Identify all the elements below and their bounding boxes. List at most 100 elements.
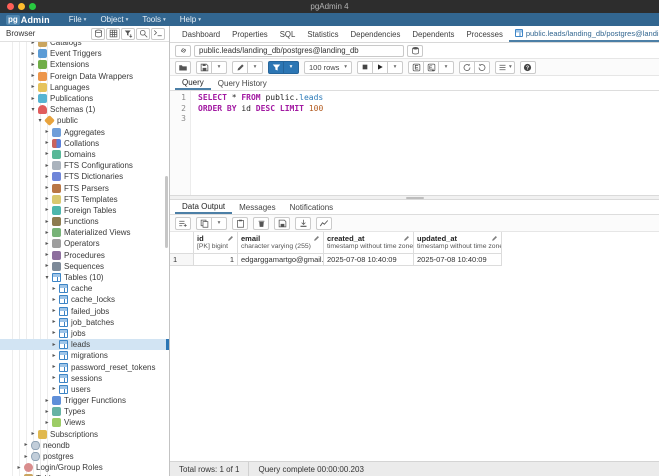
edit-column-icon[interactable] (313, 235, 320, 242)
download-results-button[interactable] (295, 217, 311, 230)
copy-menu-button[interactable]: ▾ (211, 217, 227, 230)
tree-item-foreign-data-wrappers[interactable]: ▸Foreign Data Wrappers (0, 71, 169, 82)
menu-object[interactable]: Object▾ (93, 15, 135, 24)
new-connection-icon[interactable] (407, 45, 423, 57)
chevron-right-icon[interactable]: ▸ (43, 195, 51, 203)
add-server-icon[interactable] (91, 28, 105, 40)
chevron-right-icon[interactable]: ▸ (50, 285, 58, 293)
paste-button[interactable] (232, 217, 248, 230)
chevron-right-icon[interactable]: ▸ (29, 61, 37, 69)
chevron-right-icon[interactable]: ▸ (50, 296, 58, 304)
filter-menu-button[interactable]: ▾ (283, 61, 299, 74)
tree-item-schemas-1[interactable]: ▾Schemas (1) (0, 104, 169, 115)
chevron-right-icon[interactable]: ▸ (50, 329, 58, 337)
sidebar-scrollbar[interactable] (165, 176, 168, 248)
filter-button[interactable] (268, 61, 284, 74)
tree-item-fts-parsers[interactable]: ▸FTS Parsers (0, 182, 169, 193)
chevron-right-icon[interactable]: ▸ (43, 162, 51, 170)
tree-item-postgres[interactable]: ▸postgres (0, 451, 169, 462)
delete-row-button[interactable] (253, 217, 269, 230)
column-header-id[interactable]: id[PK] bigint (194, 232, 238, 254)
table-row[interactable]: 11edgarggamartgo@gmail.com2025-07-08 10:… (170, 254, 659, 266)
add-row-button[interactable] (175, 217, 191, 230)
chevron-right-icon[interactable]: ▸ (43, 240, 51, 248)
save-data-changes-button[interactable] (274, 217, 290, 230)
tree-item-migrations[interactable]: ▸migrations (0, 350, 169, 361)
tab-properties[interactable]: Properties (226, 26, 274, 42)
tree-item-foreign-tables[interactable]: ▸Foreign Tables (0, 205, 169, 216)
minimize-window-icon[interactable] (18, 3, 25, 10)
row-limit-select[interactable]: 100 rows▾ (304, 61, 352, 74)
chevron-right-icon[interactable]: ▸ (43, 128, 51, 136)
code-line[interactable]: SELECT * FROM public.leads (198, 93, 323, 104)
splitter-grip-icon[interactable] (406, 197, 424, 199)
tree-item-fts-templates[interactable]: ▸FTS Templates (0, 194, 169, 205)
tree-item-subscriptions[interactable]: ▸Subscriptions (0, 429, 169, 440)
chevron-right-icon[interactable]: ▸ (43, 184, 51, 192)
connection-field[interactable]: public.leads/landing_db/postgres@landing… (194, 45, 404, 57)
tree-item-tables-10[interactable]: ▾Tables (10) (0, 272, 169, 283)
chevron-right-icon[interactable]: ▸ (43, 206, 51, 214)
tab-sql[interactable]: SQL (274, 26, 302, 42)
edit-column-icon[interactable] (491, 235, 498, 242)
explain-button[interactable]: E (408, 61, 424, 74)
tab-data-output[interactable]: Data Output (175, 200, 232, 214)
chevron-right-icon[interactable]: ▸ (43, 150, 51, 158)
dependencies-grid-icon[interactable] (106, 28, 120, 40)
chevron-right-icon[interactable]: ▸ (43, 229, 51, 237)
chevron-right-icon[interactable]: ▸ (43, 397, 51, 405)
chevron-right-icon[interactable]: ▸ (29, 83, 37, 91)
tab-messages[interactable]: Messages (232, 200, 282, 214)
chevron-right-icon[interactable]: ▸ (29, 50, 37, 58)
tree-item-users[interactable]: ▸users (0, 384, 169, 395)
tree-item-languages[interactable]: ▸Languages (0, 82, 169, 93)
macros-button[interactable]: ▾ (495, 61, 515, 74)
tree-item-neondb[interactable]: ▸neondb (0, 440, 169, 451)
connection-status-icon[interactable] (175, 45, 191, 57)
tree-item-leads[interactable]: ▸leads (0, 339, 169, 350)
tree-item-cache-locks[interactable]: ▸cache_locks (0, 294, 169, 305)
tree-item-domains[interactable]: ▸Domains (0, 149, 169, 160)
cell-created-at[interactable]: 2025-07-08 10:40:09 (324, 254, 414, 266)
help-button[interactable]: ? (520, 61, 536, 74)
code-line[interactable] (198, 114, 323, 125)
chevron-right-icon[interactable]: ▸ (50, 352, 58, 360)
copy-button[interactable] (196, 217, 212, 230)
rollback-button[interactable] (474, 61, 490, 74)
chevron-down-icon[interactable]: ▾ (43, 274, 51, 282)
cell-id[interactable]: 1 (194, 254, 238, 266)
tab-query[interactable]: Query (175, 76, 211, 90)
chevron-right-icon[interactable]: ▸ (50, 341, 58, 349)
tree-item-extensions[interactable]: ▸Extensions (0, 59, 169, 70)
row-number-cell[interactable]: 1 (170, 254, 194, 266)
tree-item-procedures[interactable]: ▸Procedures (0, 250, 169, 261)
tree-item-collations[interactable]: ▸Collations (0, 138, 169, 149)
tree-item-public[interactable]: ▾public (0, 115, 169, 126)
tab-query-history[interactable]: Query History (211, 76, 274, 90)
tree-item-login-group-roles[interactable]: ▸Login/Group Roles (0, 462, 169, 473)
tab-statistics[interactable]: Statistics (301, 26, 344, 42)
chevron-down-icon[interactable]: ▾ (29, 106, 37, 114)
cell-email[interactable]: edgarggamartgo@gmail.com (238, 254, 324, 266)
execute-button[interactable] (372, 61, 388, 74)
menu-tools[interactable]: Tools▾ (135, 15, 172, 24)
tree-item-views[interactable]: ▸Views (0, 417, 169, 428)
tree-item-fts-configurations[interactable]: ▸FTS Configurations (0, 160, 169, 171)
tree-item-functions[interactable]: ▸Functions (0, 216, 169, 227)
code-line[interactable]: ORDER BY id DESC LIMIT 100 (198, 104, 323, 115)
chevron-right-icon[interactable]: ▸ (22, 441, 30, 449)
chevron-right-icon[interactable]: ▸ (29, 430, 37, 438)
tree-item-cache[interactable]: ▸cache (0, 283, 169, 294)
graph-visualiser-button[interactable] (316, 217, 332, 230)
chevron-right-icon[interactable]: ▸ (50, 385, 58, 393)
tab-processes[interactable]: Processes (460, 26, 508, 42)
panel-splitter[interactable] (170, 195, 659, 200)
execute-menu-button[interactable]: ▾ (387, 61, 403, 74)
chevron-right-icon[interactable]: ▸ (50, 374, 58, 382)
tab-dependents[interactable]: Dependents (406, 26, 460, 42)
tab-dependencies[interactable]: Dependencies (345, 26, 407, 42)
chevron-right-icon[interactable]: ▸ (43, 173, 51, 181)
close-window-icon[interactable] (7, 3, 14, 10)
explain-analyze-button[interactable]: E (423, 61, 439, 74)
chevron-right-icon[interactable]: ▸ (29, 42, 37, 47)
